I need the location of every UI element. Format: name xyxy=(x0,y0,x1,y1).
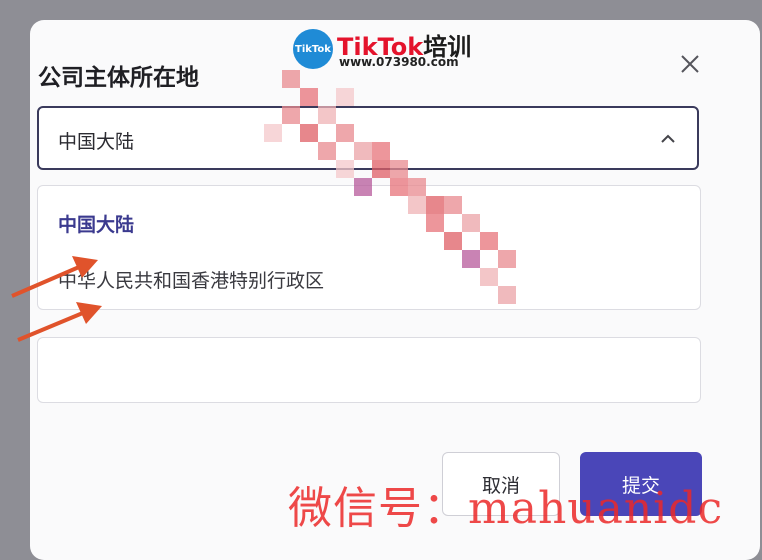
tiktok-badge: TikTok xyxy=(293,29,333,69)
selected-value: 中国大陆 xyxy=(58,131,135,153)
arrow-annotation-icon xyxy=(17,302,102,342)
logo-url: www.073980.com xyxy=(339,55,459,69)
pixelated-redaction xyxy=(264,70,516,304)
dialog-title: 公司主体所在地 xyxy=(38,65,199,91)
empty-input-field[interactable] xyxy=(37,337,701,403)
option-mainland-china[interactable]: 中国大陆 xyxy=(58,210,134,237)
chevron-up-icon xyxy=(661,134,675,143)
close-icon[interactable] xyxy=(678,52,702,76)
watermark-text: 微信号：mahuanidc xyxy=(288,483,724,534)
